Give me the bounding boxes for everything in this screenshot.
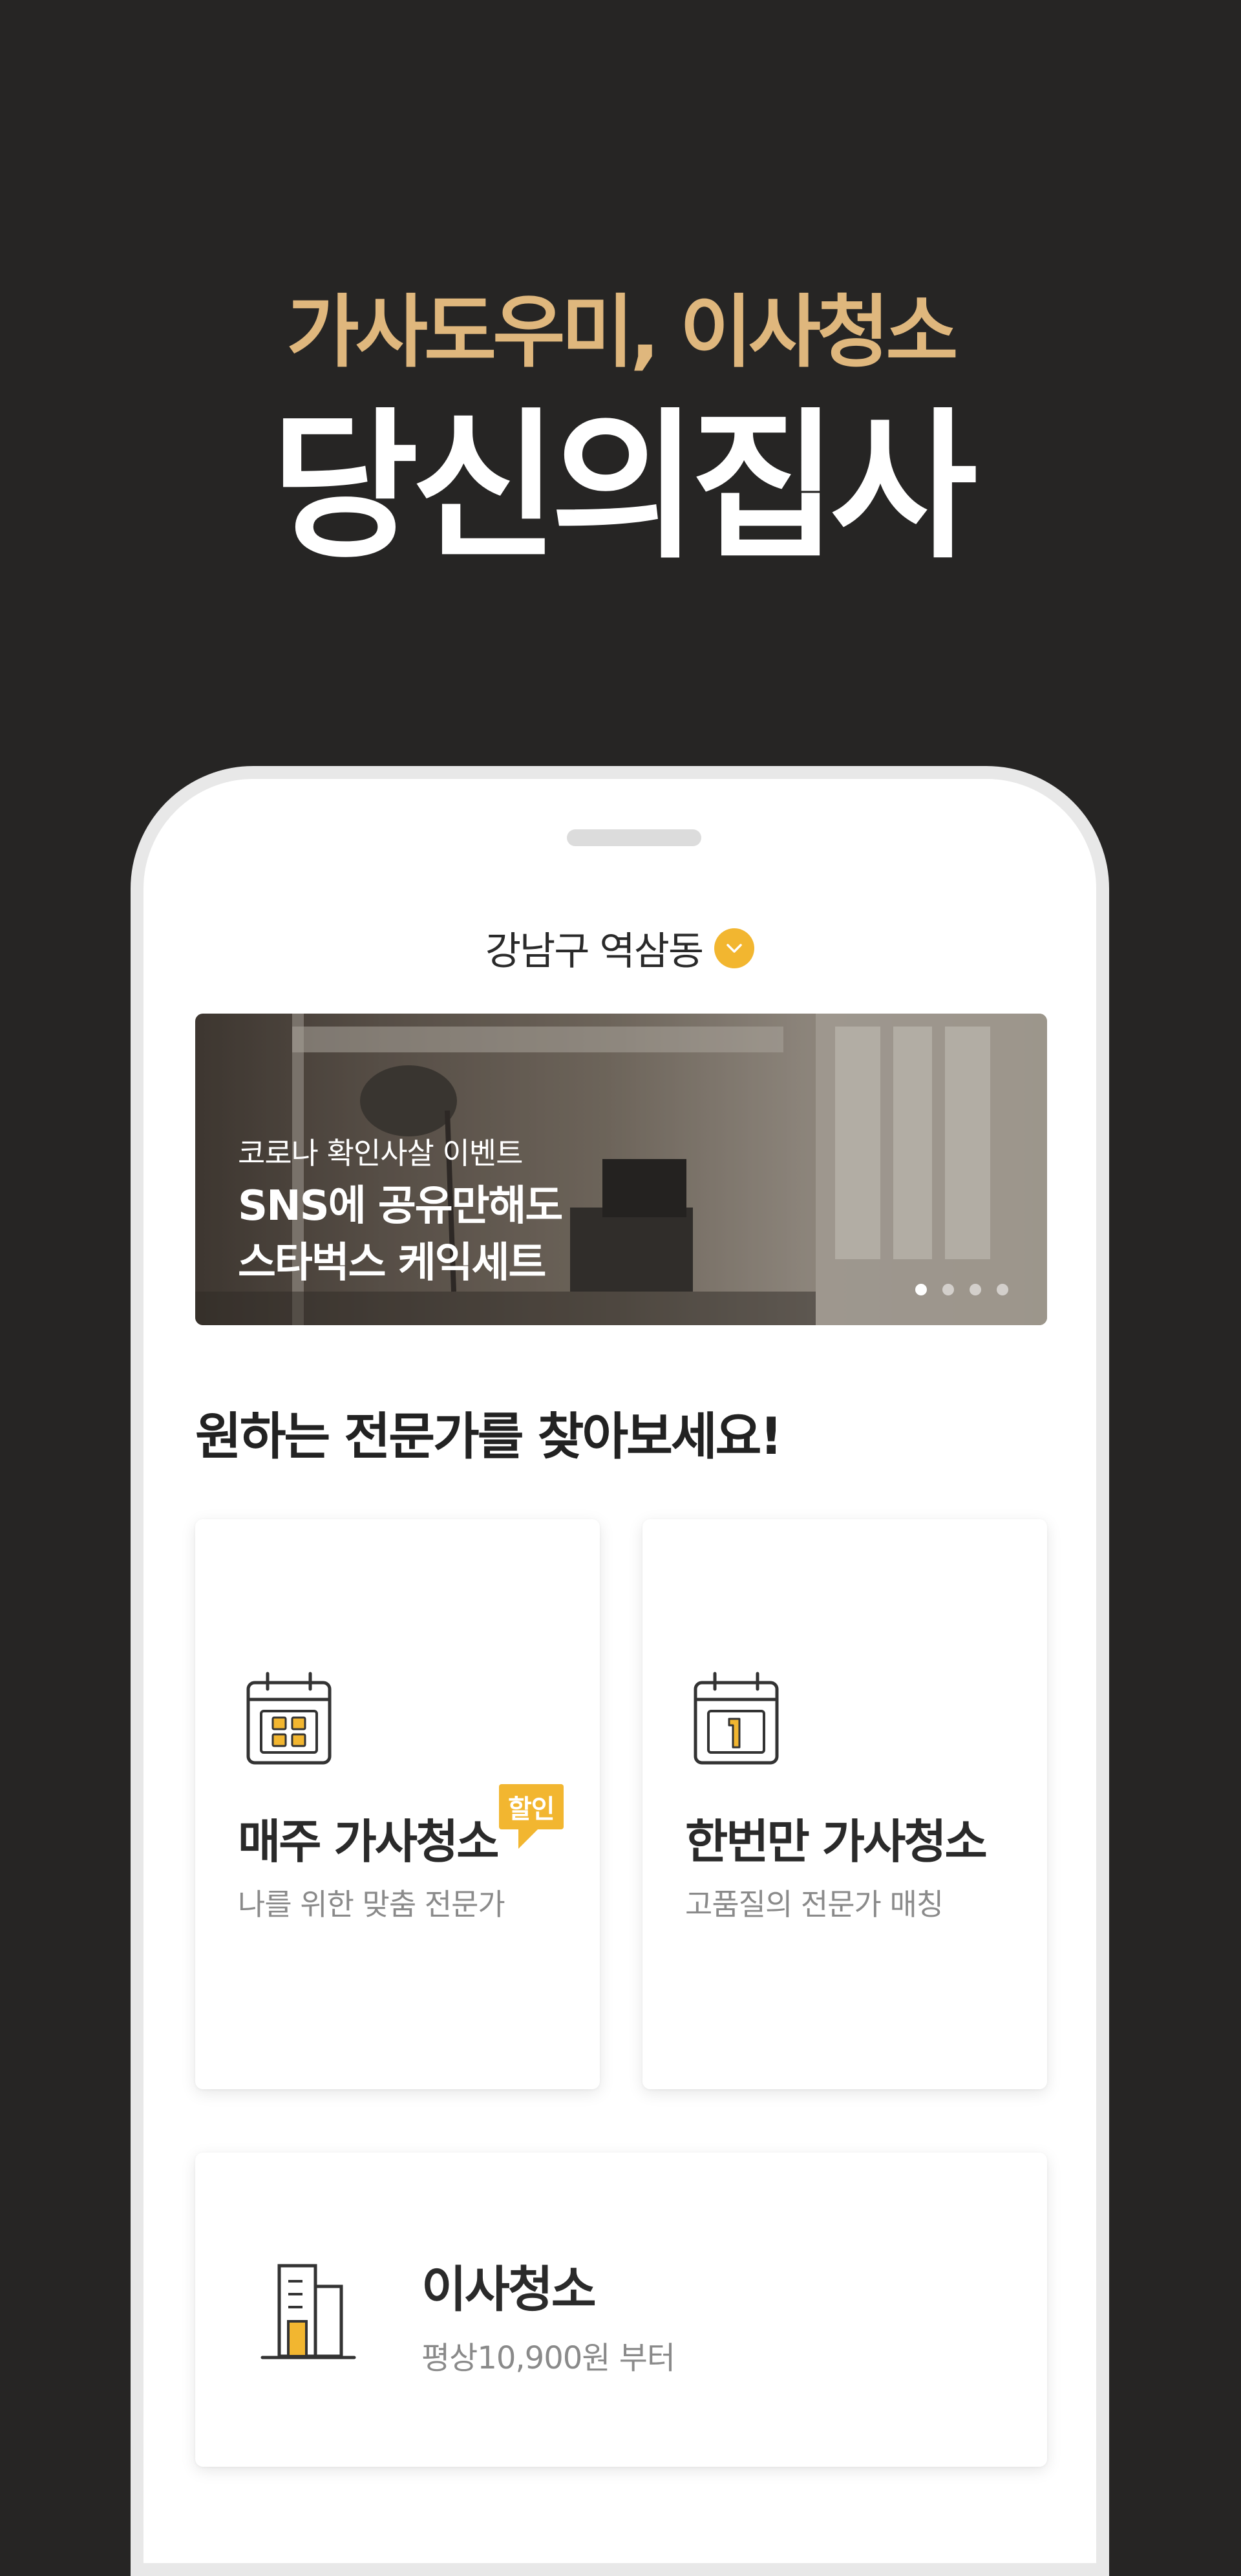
building-icon	[260, 2264, 356, 2359]
location-label: 강남구 역삼동	[485, 929, 704, 974]
hero-subtitle: 가사도우미, 이사청소	[286, 286, 959, 378]
hero-title: 당신의집사	[271, 394, 978, 580]
event-banner[interactable]: 코로나 확인사살 이벤트 SNS에 공유만해도 스타벅스 케익세트	[195, 1014, 1047, 1325]
phone-speaker	[567, 829, 701, 846]
section-heading: 원하는 전문가를 찾아보세요!	[195, 1408, 783, 1466]
location-selector[interactable]: 강남구 역삼동	[143, 920, 1096, 976]
one-time-cleaning-description: 고품질의 전문가 매칭	[685, 1887, 944, 1922]
calendar-one-icon	[694, 1672, 779, 1765]
moving-cleaning-card[interactable]: 이사청소 평상10,900원 부터	[195, 2153, 1047, 2467]
banner-headline-line1: SNS에 공유만해도	[238, 1182, 563, 1230]
chevron-down-icon[interactable]	[714, 928, 755, 968]
banner-headline-line2: 스타벅스 케익세트	[238, 1239, 546, 1287]
one-time-cleaning-card[interactable]: 한번만 가사청소 고품질의 전문가 매칭	[642, 1519, 1047, 2089]
carousel-dot[interactable]	[997, 1284, 1008, 1295]
carousel-dot[interactable]	[970, 1284, 981, 1295]
calendar-grid-icon	[246, 1672, 332, 1765]
carousel-indicator	[915, 1284, 1008, 1295]
discount-badge: 할인	[499, 1784, 564, 1849]
weekly-cleaning-description: 나를 위한 맞춤 전문가	[238, 1887, 505, 1922]
weekly-cleaning-title: 매주 가사청소	[238, 1815, 500, 1869]
carousel-dot[interactable]	[915, 1284, 927, 1295]
one-time-cleaning-title: 한번만 가사청소	[685, 1815, 988, 1869]
moving-cleaning-price: 평상10,900원 부터	[421, 2340, 675, 2376]
phone-mockup: 강남구 역삼동 코로나 확인사살 이벤트 SNS에 공유만해도 스타벅스 케익세…	[131, 766, 1109, 2576]
moving-cleaning-title: 이사청소	[421, 2261, 597, 2318]
weekly-cleaning-card[interactable]: 할인 매주 가사청소 나를 위한 맞춤 전문가	[195, 1519, 600, 2089]
banner-kicker: 코로나 확인사살 이벤트	[238, 1136, 523, 1171]
carousel-dot[interactable]	[942, 1284, 954, 1295]
